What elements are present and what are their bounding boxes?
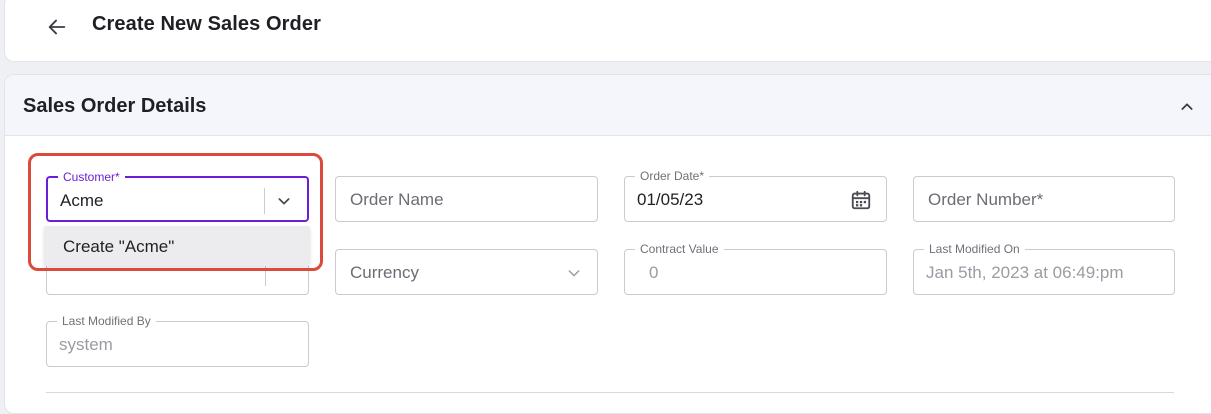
customer-dropdown-toggle[interactable] [275, 192, 293, 210]
chevron-up-icon [1181, 103, 1193, 110]
top-bar: Create New Sales Order [4, 0, 1211, 62]
customer-value: Acme [60, 191, 104, 210]
chevron-down-icon [568, 270, 580, 277]
page-title: Create New Sales Order [92, 13, 321, 35]
order-number-input[interactable]: Order Number* [913, 176, 1175, 222]
order-date-value: 01/05/23 [637, 190, 704, 209]
last-modified-by-label: Last Modified By [57, 313, 156, 329]
last-modified-on-label: Last Modified On [924, 241, 1025, 257]
order-number-placeholder: Order Number* [928, 190, 1044, 209]
currency-select[interactable]: Currency [335, 249, 598, 295]
order-date-label: Order Date* [635, 168, 710, 184]
last-modified-by-field: Last Modified By system [46, 313, 309, 367]
customer-select[interactable]: Customer* Acme [46, 169, 309, 222]
chevron-down-icon [278, 198, 290, 205]
back-button[interactable] [41, 11, 73, 43]
currency-placeholder: Currency [350, 263, 419, 282]
create-option[interactable]: Create "Acme" [63, 237, 174, 257]
arrow-left-icon [48, 19, 66, 35]
section-title: Sales Order Details [23, 95, 207, 117]
last-modified-on-value: Jan 5th, 2023 at 06:49:pm [926, 263, 1124, 282]
order-name-placeholder: Order Name [350, 190, 444, 209]
last-modified-on-field: Last Modified On Jan 5th, 2023 at 06:49:… [913, 241, 1175, 295]
date-picker-button[interactable] [850, 189, 872, 211]
select-divider [264, 188, 265, 214]
calendar-icon [851, 190, 871, 210]
order-date-input[interactable]: Order Date* 01/05/23 [624, 168, 887, 222]
section-header[interactable]: Sales Order Details [5, 75, 1211, 136]
contract-value-value: 0 [649, 263, 659, 282]
currency-dropdown-toggle[interactable] [565, 264, 583, 282]
customer-label: Customer* [58, 169, 125, 185]
order-name-input[interactable]: Order Name [335, 176, 598, 222]
collapse-button[interactable] [1175, 95, 1199, 119]
section-divider [46, 392, 1174, 393]
customer-dropdown-menu: Create "Acme" [44, 226, 310, 266]
contract-value-input[interactable]: Contract Value 0 [624, 241, 887, 295]
last-modified-by-value: system [59, 335, 113, 354]
contract-value-label: Contract Value [635, 241, 724, 257]
